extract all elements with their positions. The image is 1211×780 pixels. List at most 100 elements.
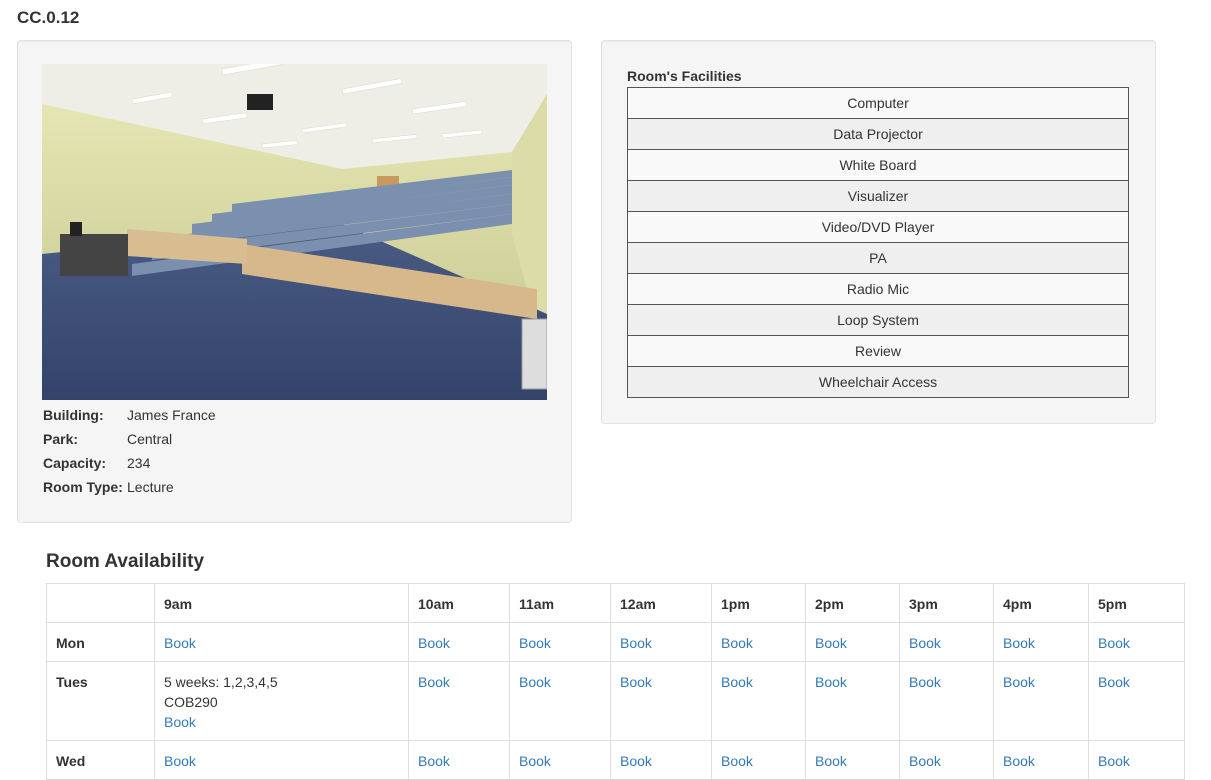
time-header: 3pm: [899, 583, 994, 623]
availability-row: Wed Book Book Book Book Book Book Book Book Book: [46, 740, 1185, 780]
book-link[interactable]: Book: [721, 674, 753, 690]
time-header: 1pm: [711, 583, 806, 623]
room-details: Building: James France Park: Central Cap…: [43, 406, 216, 502]
facility-item: Radio Mic: [627, 273, 1129, 305]
day-label: Tues: [46, 661, 155, 741]
book-link[interactable]: Book: [815, 674, 847, 690]
facilities-heading: Room's Facilities: [627, 68, 742, 84]
slot-cell: Book: [805, 661, 900, 741]
slot-cell: Book: [408, 622, 510, 662]
facility-item: Video/DVD Player: [627, 211, 1129, 243]
slot-cell: 5 weeks: 1,2,3,4,5 COB290 Book: [154, 661, 409, 741]
facility-item: Visualizer: [627, 180, 1129, 212]
facility-item: Computer: [627, 87, 1129, 119]
time-header: 2pm: [805, 583, 900, 623]
slot-cell: Book: [899, 622, 994, 662]
slot-cell: Book: [899, 661, 994, 741]
slot-cell: Book: [509, 622, 611, 662]
slot-cell: Book: [899, 740, 994, 780]
book-link[interactable]: Book: [1098, 635, 1130, 651]
availability-heading: Room Availability: [46, 551, 205, 572]
facility-item: Review: [627, 335, 1129, 367]
slot-cell: Book: [993, 622, 1089, 662]
facility-item: Loop System: [627, 304, 1129, 336]
time-header: 5pm: [1088, 583, 1185, 623]
slot-cell: Book: [1088, 740, 1185, 780]
facility-row: Review: [627, 335, 1129, 367]
detail-label: Building:: [43, 407, 104, 423]
book-link[interactable]: Book: [909, 635, 941, 651]
detail-value: 234: [127, 455, 151, 471]
book-link[interactable]: Book: [909, 753, 941, 769]
slot-cell: Book: [610, 740, 712, 780]
slot-cell: Book: [711, 661, 806, 741]
book-link[interactable]: Book: [721, 753, 753, 769]
book-link[interactable]: Book: [909, 674, 941, 690]
book-link[interactable]: Book: [815, 753, 847, 769]
availability-table: 9am 10am 11am 12am 1pm 2pm 3pm 4pm 5pm M…: [46, 583, 1185, 780]
time-header: 11am: [509, 583, 611, 623]
facility-row: Data Projector: [627, 118, 1129, 150]
detail-label: Park:: [43, 431, 79, 447]
slot-cell: Book: [711, 622, 806, 662]
room-info-panel: Building: James France Park: Central Cap…: [17, 40, 572, 523]
availability-row: Tues 5 weeks: 1,2,3,4,5 COB290 Book Book Book…: [46, 661, 1185, 741]
book-link[interactable]: Book: [418, 635, 450, 651]
book-link[interactable]: Book: [519, 674, 551, 690]
detail-label: Capacity:: [43, 455, 107, 471]
book-link[interactable]: Book: [164, 753, 196, 769]
room-title: CC.0.12: [17, 8, 80, 27]
book-link[interactable]: Book: [620, 753, 652, 769]
book-link[interactable]: Book: [1003, 674, 1035, 690]
day-label: Wed: [46, 740, 155, 780]
slot-cell: Book: [509, 740, 611, 780]
header-day-cell: [46, 583, 155, 623]
book-link[interactable]: Book: [620, 674, 652, 690]
facility-item: PA: [627, 242, 1129, 274]
slot-cell: Book: [509, 661, 611, 741]
slot-cell: Book: [993, 740, 1089, 780]
facility-row: Visualizer: [627, 180, 1129, 212]
booking-info: COB290: [164, 694, 218, 710]
slot-cell: Book: [408, 740, 510, 780]
slot-cell: Book: [1088, 622, 1185, 662]
slot-cell: Book: [154, 740, 409, 780]
facility-item: White Board: [627, 149, 1129, 181]
book-link[interactable]: Book: [1098, 753, 1130, 769]
book-link[interactable]: Book: [164, 635, 196, 651]
book-link[interactable]: Book: [519, 753, 551, 769]
book-link[interactable]: Book: [620, 635, 652, 651]
book-link[interactable]: Book: [418, 753, 450, 769]
facility-row: Radio Mic: [627, 273, 1129, 305]
slot-cell: Book: [711, 740, 806, 780]
slot-cell: Book: [154, 622, 409, 662]
slot-cell: Book: [805, 622, 900, 662]
book-link[interactable]: Book: [519, 635, 551, 651]
facility-row: Computer: [627, 87, 1129, 119]
facility-row: PA: [627, 242, 1129, 274]
time-header: 10am: [408, 583, 510, 623]
detail-value: Lecture: [127, 479, 174, 495]
facility-row: Loop System: [627, 304, 1129, 336]
slot-cell: Book: [610, 622, 712, 662]
book-link[interactable]: Book: [815, 635, 847, 651]
book-link[interactable]: Book: [1003, 753, 1035, 769]
detail-value: Central: [127, 431, 173, 447]
availability-header-row: 9am 10am 11am 12am 1pm 2pm 3pm 4pm 5pm: [46, 583, 1185, 623]
room-photo: [42, 64, 547, 400]
slot-cell: Book: [805, 740, 900, 780]
facilities-table: Computer Data Projector White Board Visu…: [627, 87, 1129, 398]
book-link[interactable]: Book: [164, 714, 196, 730]
detail-value: James France: [127, 407, 216, 423]
day-label: Mon: [46, 622, 155, 662]
slot-cell: Book: [993, 661, 1089, 741]
book-link[interactable]: Book: [1098, 674, 1130, 690]
detail-room-type: Room Type: Lecture: [43, 478, 216, 502]
book-link[interactable]: Book: [418, 674, 450, 690]
book-link[interactable]: Book: [721, 635, 753, 651]
book-link[interactable]: Book: [1003, 635, 1035, 651]
detail-capacity: Capacity: 234: [43, 454, 216, 478]
facility-row: White Board: [627, 149, 1129, 181]
slot-cell: Book: [610, 661, 712, 741]
availability-row: Mon Book Book Book Book Book Book Book Book Book: [46, 622, 1185, 662]
